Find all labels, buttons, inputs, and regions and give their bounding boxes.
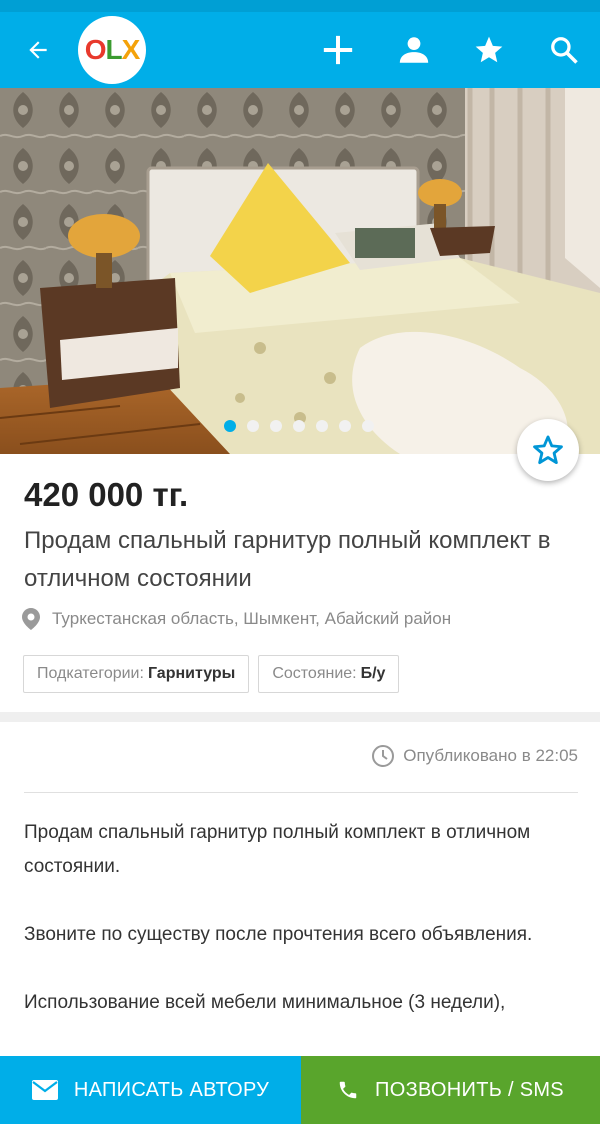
param-subcategory: Подкатегории: Гарнитуры (23, 655, 250, 693)
listing-params: Подкатегории: Гарнитуры Состояние: Б/у (23, 655, 400, 693)
listing-title: Продам спальный гарнитур полный комплект… (24, 527, 551, 592)
app-bar: OLX (0, 12, 600, 88)
published-text: Опубликовано в 22:05 (403, 746, 578, 765)
plus-icon (323, 35, 353, 65)
listing-location[interactable]: Туркестанская область, Шымкент, Абайский… (22, 608, 451, 630)
param-label: Состояние: (272, 665, 357, 682)
back-arrow-icon (29, 41, 47, 59)
gallery-pagination (0, 420, 600, 432)
gallery-dot[interactable] (246, 420, 259, 432)
olx-logo[interactable]: OLX (78, 16, 146, 84)
location-pin-icon (22, 608, 40, 630)
listing-photo[interactable] (0, 88, 600, 454)
add-to-favorites-button[interactable] (517, 419, 579, 481)
profile-button[interactable] (394, 30, 434, 70)
logo-letter-o: O (84, 34, 107, 65)
envelope-icon (31, 1080, 58, 1100)
listing-description: Продам спальный гарнитур полный комплект… (24, 816, 584, 1054)
message-author-label: НАПИСАТЬ АВТОРУ (73, 1078, 270, 1101)
favorites-button[interactable] (469, 30, 509, 70)
search-icon (551, 37, 578, 64)
logo-letter-x: X (121, 34, 141, 65)
location-text: Туркестанская область, Шымкент, Абайский… (52, 609, 452, 628)
bottom-action-bar: НАПИСАТЬ АВТОРУ ПОЗВОНИТЬ / SMS (0, 1056, 600, 1124)
gallery-dot[interactable] (292, 420, 305, 432)
param-value: Б/у (360, 665, 386, 682)
star-icon (475, 36, 503, 63)
published-time: Опубликовано в 22:05 (371, 744, 578, 768)
description-paragraph: Использование всей мебели минимальное (3… (24, 992, 506, 1013)
add-listing-button[interactable] (318, 30, 358, 70)
section-divider (0, 712, 600, 722)
divider-line (24, 792, 578, 793)
logo-letter-l: L (105, 34, 122, 65)
status-bar (0, 0, 600, 12)
listing-price: 420 000 тг. (24, 476, 189, 513)
search-button[interactable] (544, 30, 584, 70)
gallery-dot[interactable] (315, 420, 328, 432)
gallery-dot[interactable] (361, 420, 374, 432)
back-button[interactable] (18, 30, 58, 70)
gallery-dot[interactable] (223, 420, 236, 432)
phone-icon (339, 1081, 357, 1099)
description-paragraph: Звоните по существу после прочтения всег… (24, 924, 533, 945)
call-sms-label: ПОЗВОНИТЬ / SMS (375, 1078, 564, 1101)
description-paragraph: Продам спальный гарнитур полный комплект… (24, 822, 531, 877)
bedroom-photo-image (0, 88, 600, 454)
clock-icon (372, 745, 395, 767)
param-value: Гарнитуры (147, 665, 236, 682)
param-condition: Состояние: Б/у (258, 655, 400, 693)
call-sms-button[interactable]: ПОЗВОНИТЬ / SMS (301, 1056, 600, 1124)
gallery-dot[interactable] (269, 420, 282, 432)
message-author-button[interactable]: НАПИСАТЬ АВТОРУ (0, 1056, 301, 1124)
user-icon (399, 37, 429, 63)
gallery-dot[interactable] (338, 420, 351, 432)
star-outline-icon (533, 435, 563, 465)
param-label: Подкатегории: (37, 665, 144, 682)
